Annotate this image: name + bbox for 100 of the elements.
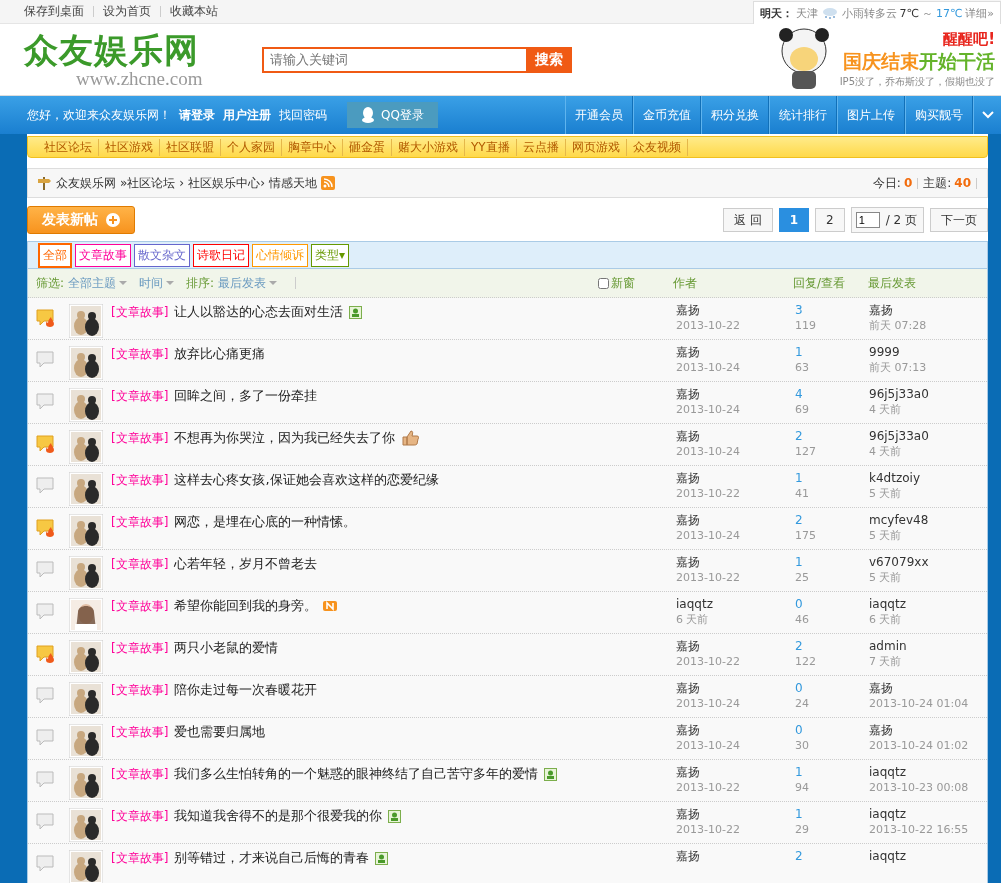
top-link[interactable]: 保存到桌面 <box>24 3 84 20</box>
sub-nav-link[interactable]: 砸金蛋 <box>343 138 392 156</box>
thread-title-link[interactable]: 心若年轻，岁月不曾老去 <box>174 555 318 573</box>
sub-nav-link[interactable]: 社区游戏 <box>99 138 160 156</box>
last-poster-link[interactable]: iaqqtz <box>869 597 906 612</box>
thread-title-link[interactable]: 让人以豁达的心态去面对生活 <box>174 303 344 321</box>
category-tab[interactable]: 类型▾ <box>311 243 350 267</box>
sub-nav-link[interactable]: YY直播 <box>465 138 517 156</box>
reply-count[interactable]: 3 <box>795 303 816 318</box>
last-poster-link[interactable]: iaqqtz <box>869 765 969 780</box>
thread-title-link[interactable]: 我们多么生怕转角的一个魅惑的眼神终结了自己苦守多年的爱情 <box>174 765 539 783</box>
reply-count[interactable]: 1 <box>795 555 809 570</box>
topic-filter-dropdown[interactable]: 全部主题 <box>68 274 128 292</box>
new-window-checkbox[interactable] <box>598 277 609 289</box>
thread-title-link[interactable]: 回眸之间，多了一份牵挂 <box>174 387 318 405</box>
thread-title-link[interactable]: 网恋，是埋在心底的一种情愫。 <box>174 513 357 531</box>
sub-nav-link[interactable]: 社区联盟 <box>160 138 221 156</box>
breadcrumb-link[interactable]: 社区娱乐中心› <box>188 174 265 192</box>
reply-count[interactable]: 1 <box>795 807 809 822</box>
sub-nav-link[interactable]: 网页游戏 <box>565 138 627 156</box>
qq-login-button[interactable]: QQ登录 <box>347 102 438 128</box>
top-link[interactable]: 收藏本站 <box>170 3 218 20</box>
thread-title-link[interactable]: 我知道我舍得不的是那个很爱我的你 <box>174 807 383 825</box>
category-tab[interactable]: 文章故事 <box>75 243 131 267</box>
sub-nav-link[interactable]: 社区论坛 <box>38 138 99 156</box>
thread-category-link[interactable]: [文章故事] <box>111 429 169 447</box>
author-link[interactable]: 嘉扬 <box>676 723 740 738</box>
author-link[interactable]: 嘉扬 <box>676 387 740 402</box>
thread-title-link[interactable]: 放弃比心痛更痛 <box>174 345 266 363</box>
last-poster-link[interactable]: v67079xx <box>869 555 929 570</box>
reply-count[interactable]: 0 <box>795 723 809 738</box>
reply-count[interactable]: 1 <box>795 765 809 780</box>
thread-category-link[interactable]: [文章故事] <box>111 471 169 489</box>
recover-password-link[interactable]: 找回密码 <box>279 106 327 124</box>
back-button[interactable]: 返 回 <box>722 208 773 232</box>
thread-category-link[interactable]: [文章故事] <box>111 723 169 741</box>
author-link[interactable]: 嘉扬 <box>676 303 740 318</box>
page-input-field[interactable]: 1 <box>855 212 880 228</box>
category-tab[interactable]: 全部 <box>38 242 72 268</box>
thread-title-link[interactable]: 希望你能回到我的身旁。 <box>174 597 318 615</box>
last-poster-link[interactable]: iaqqtz <box>869 849 906 864</box>
last-poster-link[interactable]: 嘉扬 <box>869 681 969 696</box>
page-button[interactable]: 2 <box>815 208 845 232</box>
author-link[interactable]: 嘉扬 <box>676 849 700 864</box>
thread-category-link[interactable]: [文章故事] <box>111 849 169 867</box>
thread-title-link[interactable]: 别等错过，才来说自己后悔的青春 <box>174 849 370 867</box>
sub-nav-link[interactable]: 众友视频 <box>626 138 688 156</box>
reply-count[interactable]: 0 <box>795 681 809 696</box>
sub-nav-link[interactable]: 胸章中心 <box>282 138 343 156</box>
author-link[interactable]: 嘉扬 <box>676 681 740 696</box>
thread-title-link[interactable]: 这样去心疼女孩,保证她会喜欢这样的恋爱纪缘 <box>174 471 439 489</box>
thread-title-link[interactable]: 陪你走过每一次春暖花开 <box>174 681 318 699</box>
thread-category-link[interactable]: [文章故事] <box>111 639 169 657</box>
last-poster-link[interactable]: admin <box>869 639 907 654</box>
reply-count[interactable]: 2 <box>795 639 816 654</box>
reply-count[interactable]: 2 <box>795 513 816 528</box>
rss-icon[interactable] <box>320 176 335 190</box>
thread-category-link[interactable]: [文章故事] <box>111 303 169 321</box>
thread-category-link[interactable]: [文章故事] <box>111 807 169 825</box>
author-link[interactable]: 嘉扬 <box>676 765 740 780</box>
author-link[interactable]: 嘉扬 <box>676 555 740 570</box>
top-link[interactable]: 设为首页 <box>103 3 151 20</box>
last-poster-link[interactable]: mcyfev48 <box>869 513 929 528</box>
breadcrumb-link[interactable]: 众友娱乐网 <box>56 174 116 192</box>
thread-title-link[interactable]: 不想再为你哭泣，因为我已经失去了你 <box>174 429 396 447</box>
author-link[interactable]: 嘉扬 <box>676 639 740 654</box>
last-poster-link[interactable]: 嘉扬 <box>869 303 927 318</box>
reply-count[interactable]: 1 <box>795 345 809 360</box>
category-tab[interactable]: 诗歌日记 <box>193 243 249 267</box>
register-link[interactable]: 用户注册 <box>223 106 271 124</box>
author-link[interactable]: 嘉扬 <box>676 807 740 822</box>
reply-count[interactable]: 2 <box>795 429 816 444</box>
sort-dropdown[interactable]: 最后发表 <box>218 274 278 292</box>
sub-nav-link[interactable]: 个人家园 <box>221 138 282 156</box>
last-poster-link[interactable]: 9999 <box>869 345 927 360</box>
breadcrumb-link[interactable]: »社区论坛 <box>120 174 176 192</box>
thread-category-link[interactable]: [文章故事] <box>111 597 169 615</box>
last-poster-link[interactable]: 嘉扬 <box>869 723 969 738</box>
sub-nav-link[interactable]: 赌大小游戏 <box>392 138 465 156</box>
site-logo[interactable]: 众友娱乐网 <box>24 30 203 69</box>
thread-category-link[interactable]: [文章故事] <box>111 681 169 699</box>
breadcrumb-link[interactable]: 情感天地 <box>268 174 317 192</box>
thread-title-link[interactable]: 爱也需要归属地 <box>174 723 266 741</box>
thread-category-link[interactable]: [文章故事] <box>111 765 169 783</box>
reply-count[interactable]: 2 <box>795 849 803 864</box>
reply-count[interactable]: 0 <box>795 597 809 612</box>
last-poster-link[interactable]: 96j5j33a0 <box>869 387 929 402</box>
weather-more-link[interactable]: 详细» <box>965 5 994 21</box>
thread-category-link[interactable]: [文章故事] <box>111 555 169 573</box>
author-link[interactable]: 嘉扬 <box>676 345 740 360</box>
next-page-button[interactable]: 下一页 <box>930 208 988 232</box>
time-filter-dropdown[interactable]: 时间 <box>139 274 175 292</box>
thread-category-link[interactable]: [文章故事] <box>111 387 169 405</box>
thread-category-link[interactable]: [文章故事] <box>111 513 169 531</box>
page-button[interactable]: 1 <box>778 208 810 232</box>
sub-nav-link[interactable]: 云点播 <box>516 138 566 156</box>
author-link[interactable]: iaqqtz <box>676 597 713 612</box>
search-field[interactable]: 请输入关键词 <box>262 46 527 73</box>
breadcrumb-link[interactable]: › <box>179 176 185 190</box>
search-button[interactable]: 搜索 <box>526 46 573 73</box>
